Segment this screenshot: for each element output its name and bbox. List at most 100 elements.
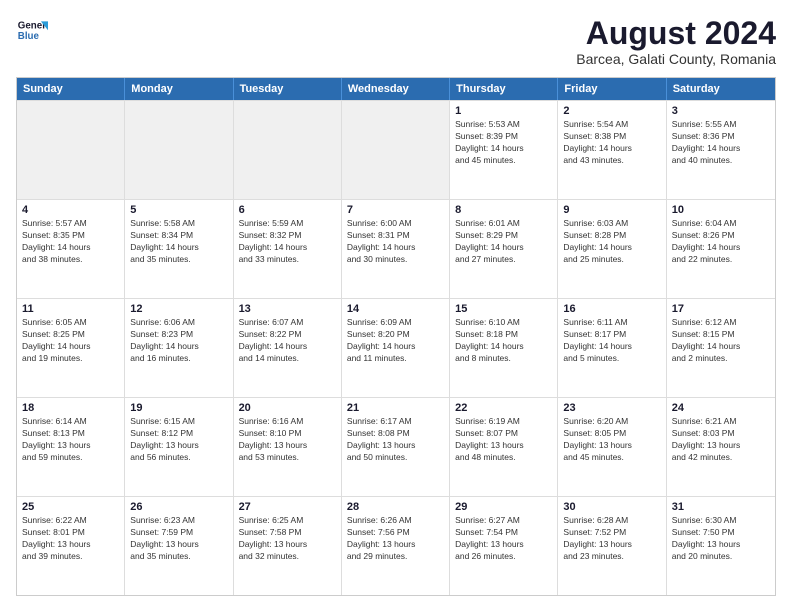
calendar-cell: 3 Sunrise: 5:55 AM Sunset: 8:36 PM Daylig… bbox=[667, 101, 775, 199]
day-number: 26 bbox=[130, 501, 227, 513]
calendar-cell: 24Sunrise: 6:21 AM Sunset: 8:03 PM Dayli… bbox=[667, 398, 775, 496]
day-number: 28 bbox=[347, 501, 444, 513]
day-info: Sunrise: 6:28 AM Sunset: 7:52 PM Dayligh… bbox=[563, 515, 660, 563]
day-number: 16 bbox=[563, 303, 660, 315]
day-number: 23 bbox=[563, 402, 660, 414]
day-number: 7 bbox=[347, 204, 444, 216]
calendar-cell: 17 Sunrise: 6:12 AM Sunset: 8:15 PM Dayli… bbox=[667, 299, 775, 397]
calendar-week-row: 18 Sunrise: 6:14 AM Sunset: 8:13 PM Dayli… bbox=[17, 397, 775, 496]
main-title: August 2024 bbox=[576, 16, 776, 51]
day-info: Sunrise: 6:23 AM Sunset: 7:59 PM Dayligh… bbox=[130, 515, 227, 563]
day-number: 24 bbox=[672, 402, 770, 414]
day-number: 17 bbox=[672, 303, 770, 315]
day-number: 14 bbox=[347, 303, 444, 315]
calendar-header-cell: Tuesday bbox=[234, 78, 342, 100]
day-number: 21 bbox=[347, 402, 444, 414]
calendar-week-row: 11Sunrise: 6:05 AM Sunset: 8:25 PM Dayli… bbox=[17, 298, 775, 397]
calendar-cell: 18 Sunrise: 6:14 AM Sunset: 8:13 PM Dayli… bbox=[17, 398, 125, 496]
day-info: Sunrise: 6:22 AM Sunset: 8:01 PM Dayligh… bbox=[22, 515, 119, 563]
calendar-body: 1Sunrise: 5:53 AM Sunset: 8:39 PM Daylig… bbox=[17, 100, 775, 595]
calendar-cell bbox=[125, 101, 233, 199]
day-info: Sunrise: 5:54 AM Sunset: 8:38 PM Dayligh… bbox=[563, 119, 660, 167]
day-info: Sunrise: 5:57 AM Sunset: 8:35 PM Dayligh… bbox=[22, 218, 119, 266]
calendar-cell: 4 Sunrise: 5:57 AM Sunset: 8:35 PM Daylig… bbox=[17, 200, 125, 298]
calendar-cell bbox=[17, 101, 125, 199]
day-number: 19 bbox=[130, 402, 227, 414]
day-info: Sunrise: 6:03 AM Sunset: 8:28 PM Dayligh… bbox=[563, 218, 660, 266]
day-number: 5 bbox=[130, 204, 227, 216]
svg-text:Blue: Blue bbox=[18, 31, 40, 42]
calendar-cell: 22Sunrise: 6:19 AM Sunset: 8:07 PM Dayli… bbox=[450, 398, 558, 496]
calendar-cell: 30 Sunrise: 6:28 AM Sunset: 7:52 PM Dayli… bbox=[558, 497, 666, 595]
day-info: Sunrise: 6:20 AM Sunset: 8:05 PM Dayligh… bbox=[563, 416, 660, 464]
day-info: Sunrise: 6:00 AM Sunset: 8:31 PM Dayligh… bbox=[347, 218, 444, 266]
day-number: 11 bbox=[22, 303, 119, 315]
day-info: Sunrise: 6:15 AM Sunset: 8:12 PM Dayligh… bbox=[130, 416, 227, 464]
calendar-cell: 14Sunrise: 6:09 AM Sunset: 8:20 PM Dayli… bbox=[342, 299, 450, 397]
day-number: 27 bbox=[239, 501, 336, 513]
day-number: 12 bbox=[130, 303, 227, 315]
day-info: Sunrise: 6:11 AM Sunset: 8:17 PM Dayligh… bbox=[563, 317, 660, 365]
day-number: 13 bbox=[239, 303, 336, 315]
day-info: Sunrise: 6:17 AM Sunset: 8:08 PM Dayligh… bbox=[347, 416, 444, 464]
calendar-cell bbox=[234, 101, 342, 199]
calendar: SundayMondayTuesdayWednesdayThursdayFrid… bbox=[16, 77, 776, 596]
day-info: Sunrise: 5:59 AM Sunset: 8:32 PM Dayligh… bbox=[239, 218, 336, 266]
day-info: Sunrise: 6:12 AM Sunset: 8:15 PM Dayligh… bbox=[672, 317, 770, 365]
day-info: Sunrise: 6:19 AM Sunset: 8:07 PM Dayligh… bbox=[455, 416, 552, 464]
day-info: Sunrise: 6:27 AM Sunset: 7:54 PM Dayligh… bbox=[455, 515, 552, 563]
calendar-week-row: 25 Sunrise: 6:22 AM Sunset: 8:01 PM Dayli… bbox=[17, 496, 775, 595]
day-info: Sunrise: 6:25 AM Sunset: 7:58 PM Dayligh… bbox=[239, 515, 336, 563]
calendar-cell: 13 Sunrise: 6:07 AM Sunset: 8:22 PM Dayli… bbox=[234, 299, 342, 397]
calendar-cell: 9 Sunrise: 6:03 AM Sunset: 8:28 PM Daylig… bbox=[558, 200, 666, 298]
calendar-cell: 1Sunrise: 5:53 AM Sunset: 8:39 PM Daylig… bbox=[450, 101, 558, 199]
day-info: Sunrise: 6:16 AM Sunset: 8:10 PM Dayligh… bbox=[239, 416, 336, 464]
calendar-header-cell: Sunday bbox=[17, 78, 125, 100]
day-info: Sunrise: 6:14 AM Sunset: 8:13 PM Dayligh… bbox=[22, 416, 119, 464]
day-info: Sunrise: 6:26 AM Sunset: 7:56 PM Dayligh… bbox=[347, 515, 444, 563]
calendar-cell: 25 Sunrise: 6:22 AM Sunset: 8:01 PM Dayli… bbox=[17, 497, 125, 595]
day-number: 20 bbox=[239, 402, 336, 414]
logo-icon: General Blue bbox=[16, 16, 48, 48]
calendar-week-row: 4 Sunrise: 5:57 AM Sunset: 8:35 PM Daylig… bbox=[17, 199, 775, 298]
calendar-cell: 12 Sunrise: 6:06 AM Sunset: 8:23 PM Dayli… bbox=[125, 299, 233, 397]
calendar-header-cell: Wednesday bbox=[342, 78, 450, 100]
calendar-cell: 15Sunrise: 6:10 AM Sunset: 8:18 PM Dayli… bbox=[450, 299, 558, 397]
title-block: August 2024 Barcea, Galati County, Roman… bbox=[576, 16, 776, 67]
calendar-cell: 20 Sunrise: 6:16 AM Sunset: 8:10 PM Dayli… bbox=[234, 398, 342, 496]
calendar-cell: 7 Sunrise: 6:00 AM Sunset: 8:31 PM Daylig… bbox=[342, 200, 450, 298]
day-number: 25 bbox=[22, 501, 119, 513]
header: General Blue General Blue August 2024 Ba… bbox=[16, 16, 776, 67]
day-number: 31 bbox=[672, 501, 770, 513]
calendar-cell: 5 Sunrise: 5:58 AM Sunset: 8:34 PM Daylig… bbox=[125, 200, 233, 298]
day-number: 2 bbox=[563, 105, 660, 117]
day-number: 18 bbox=[22, 402, 119, 414]
calendar-cell: 10Sunrise: 6:04 AM Sunset: 8:26 PM Dayli… bbox=[667, 200, 775, 298]
day-info: Sunrise: 5:55 AM Sunset: 8:36 PM Dayligh… bbox=[672, 119, 770, 167]
day-number: 6 bbox=[239, 204, 336, 216]
calendar-week-row: 1Sunrise: 5:53 AM Sunset: 8:39 PM Daylig… bbox=[17, 100, 775, 199]
day-number: 8 bbox=[455, 204, 552, 216]
calendar-cell: 21 Sunrise: 6:17 AM Sunset: 8:08 PM Dayli… bbox=[342, 398, 450, 496]
calendar-header-cell: Thursday bbox=[450, 78, 558, 100]
calendar-cell: 27 Sunrise: 6:25 AM Sunset: 7:58 PM Dayli… bbox=[234, 497, 342, 595]
day-number: 9 bbox=[563, 204, 660, 216]
day-info: Sunrise: 6:30 AM Sunset: 7:50 PM Dayligh… bbox=[672, 515, 770, 563]
subtitle: Barcea, Galati County, Romania bbox=[576, 51, 776, 67]
day-number: 3 bbox=[672, 105, 770, 117]
day-number: 29 bbox=[455, 501, 552, 513]
calendar-cell: 16 Sunrise: 6:11 AM Sunset: 8:17 PM Dayli… bbox=[558, 299, 666, 397]
day-info: Sunrise: 5:58 AM Sunset: 8:34 PM Dayligh… bbox=[130, 218, 227, 266]
day-info: Sunrise: 6:06 AM Sunset: 8:23 PM Dayligh… bbox=[130, 317, 227, 365]
calendar-cell: 29 Sunrise: 6:27 AM Sunset: 7:54 PM Dayli… bbox=[450, 497, 558, 595]
calendar-cell: 26 Sunrise: 6:23 AM Sunset: 7:59 PM Dayli… bbox=[125, 497, 233, 595]
calendar-cell: 8 Sunrise: 6:01 AM Sunset: 8:29 PM Daylig… bbox=[450, 200, 558, 298]
day-number: 10 bbox=[672, 204, 770, 216]
day-number: 4 bbox=[22, 204, 119, 216]
day-info: Sunrise: 6:07 AM Sunset: 8:22 PM Dayligh… bbox=[239, 317, 336, 365]
calendar-cell: 2 Sunrise: 5:54 AM Sunset: 8:38 PM Daylig… bbox=[558, 101, 666, 199]
calendar-cell: 6 Sunrise: 5:59 AM Sunset: 8:32 PM Daylig… bbox=[234, 200, 342, 298]
calendar-cell: 28 Sunrise: 6:26 AM Sunset: 7:56 PM Dayli… bbox=[342, 497, 450, 595]
day-number: 30 bbox=[563, 501, 660, 513]
day-info: Sunrise: 6:01 AM Sunset: 8:29 PM Dayligh… bbox=[455, 218, 552, 266]
